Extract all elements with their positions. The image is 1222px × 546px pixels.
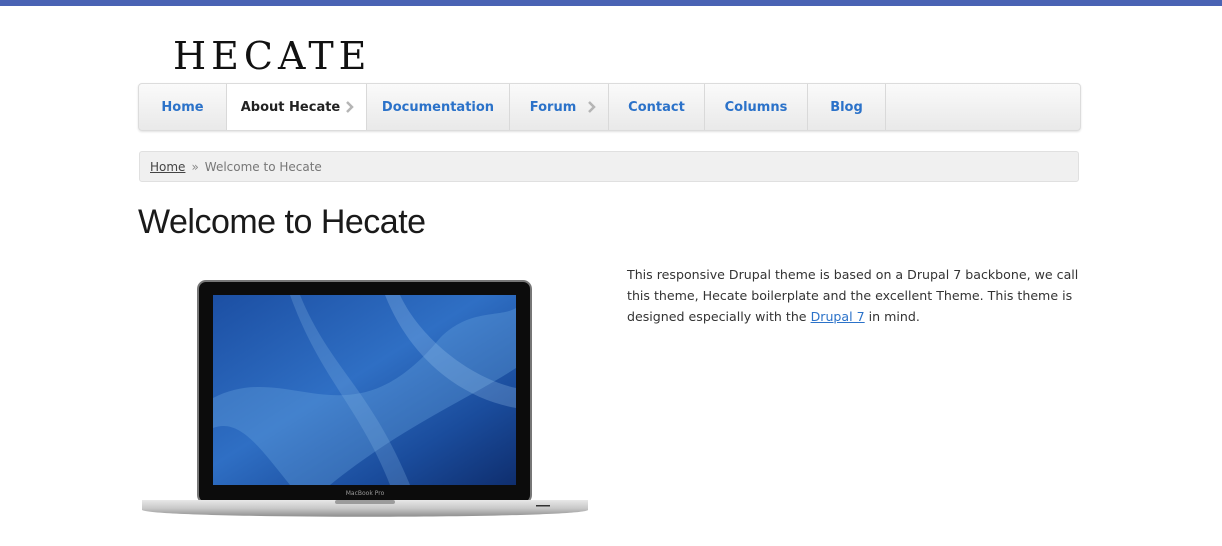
nav-item-label: Home	[161, 99, 204, 115]
nav-item-label: Contact	[628, 99, 685, 115]
site-logo[interactable]: HECATE	[173, 34, 371, 78]
laptop-brand-label: MacBook Pro	[346, 490, 385, 497]
laptop-image: MacBook Pro	[142, 280, 588, 517]
nav-item-label: About Hecate	[240, 99, 341, 115]
breadcrumb: Home » Welcome to Hecate	[139, 151, 1079, 182]
page-title: Welcome to Hecate	[138, 203, 426, 241]
breadcrumb-home-link[interactable]: Home	[150, 160, 185, 174]
nav-item-label: Documentation	[381, 99, 495, 115]
nav-item-forum[interactable]: Forum	[510, 84, 609, 130]
breadcrumb-current: Welcome to Hecate	[204, 159, 322, 174]
intro-text-end: in mind.	[864, 309, 920, 324]
nav-item-label: Forum	[529, 99, 577, 115]
nav-item-label: Columns	[724, 99, 788, 115]
nav-item-columns[interactable]: Columns	[705, 84, 808, 130]
main-navigation: Home About Hecate Documentation Forum Co…	[138, 83, 1081, 131]
nav-item-about-hecate[interactable]: About Hecate	[227, 84, 367, 130]
nav-item-documentation[interactable]: Documentation	[367, 84, 510, 130]
intro-paragraph: This responsive Drupal theme is based on…	[627, 264, 1083, 327]
site-logo-text: HECATE	[173, 34, 372, 78]
nav-item-blog[interactable]: Blog	[808, 84, 886, 130]
top-accent-bar	[0, 0, 1222, 6]
nav-item-home[interactable]: Home	[139, 84, 227, 130]
nav-item-label: Blog	[830, 99, 863, 115]
drupal-7-link[interactable]: Drupal 7	[811, 309, 865, 324]
chevron-right-icon	[346, 101, 354, 113]
chevron-right-icon	[588, 101, 596, 113]
breadcrumb-separator: »	[191, 159, 199, 174]
nav-item-contact[interactable]: Contact	[609, 84, 705, 130]
